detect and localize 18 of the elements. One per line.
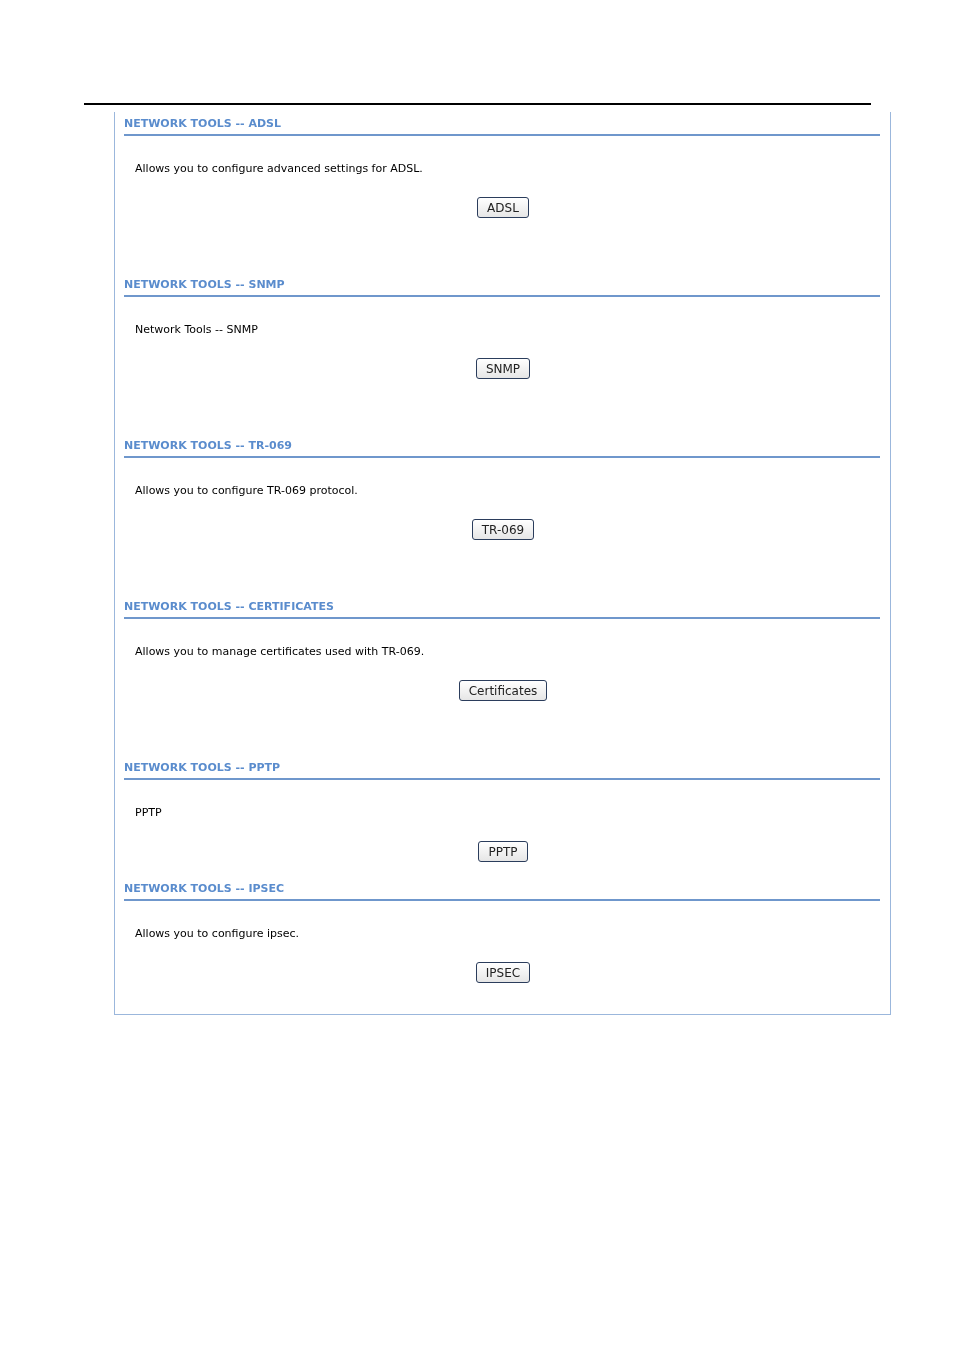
section-description: Allows you to configure TR-069 protocol. — [135, 484, 359, 498]
section-description: Allows you to configure advanced settings for ADSL. — [135, 162, 424, 176]
section-button[interactable]: PPTP — [478, 841, 528, 862]
section-heading: NETWORK TOOLS -- CERTIFICATES — [124, 597, 880, 619]
section-button[interactable]: TR-069 — [471, 519, 535, 540]
section-description: Allows you to manage certificates used with TR-069. — [135, 645, 426, 659]
section-heading: NETWORK TOOLS -- TR-069 — [124, 436, 880, 458]
section-heading: NETWORK TOOLS -- ADSL — [124, 114, 880, 136]
section-heading: NETWORK TOOLS -- IPSEC — [124, 879, 880, 901]
section-description: PPTP — [135, 806, 163, 820]
section-description: Allows you to configure ipsec. — [135, 927, 301, 941]
section-button[interactable]: ADSL — [477, 197, 529, 218]
section-heading: NETWORK TOOLS -- SNMP — [124, 275, 880, 297]
section-button[interactable]: Certificates — [458, 680, 548, 701]
section-heading: NETWORK TOOLS -- PPTP — [124, 758, 880, 780]
section-description: Network Tools -- SNMP — [135, 323, 259, 337]
section-button[interactable]: IPSEC — [475, 962, 531, 983]
section-button[interactable]: SNMP — [475, 358, 531, 379]
